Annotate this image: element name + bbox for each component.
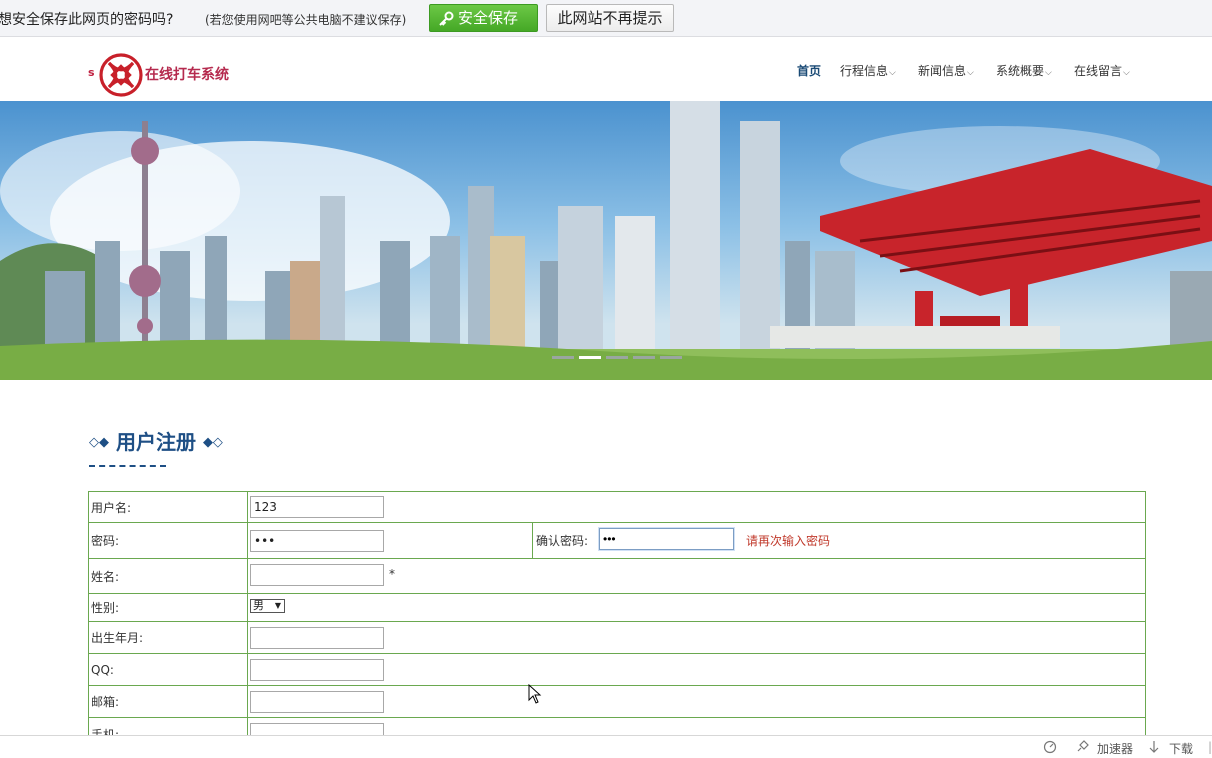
email-label: 邮箱:	[89, 686, 248, 717]
email-input[interactable]	[250, 691, 384, 713]
never-prompt-button[interactable]: 此网站不再提示	[546, 4, 674, 32]
phone-label: 手机:	[89, 718, 248, 735]
hero-banner	[0, 101, 1212, 380]
form-row-email: 邮箱:	[88, 685, 1146, 717]
carousel-dot[interactable]	[552, 356, 574, 359]
browser-status-bar: 加速器 下载 |	[0, 735, 1212, 758]
save-password-question: 想安全保存此网页的密码吗?	[0, 12, 174, 28]
logo-prefix: s	[88, 66, 95, 79]
download-button[interactable]: 下载	[1169, 740, 1193, 757]
nav-news-label: 新闻信息	[918, 64, 967, 78]
phone-input[interactable]	[250, 723, 384, 735]
city-skyline-image	[0, 101, 1212, 380]
confirm-cell-divider	[532, 523, 533, 558]
form-row-username: 用户名:	[88, 491, 1146, 522]
birth-input[interactable]	[250, 627, 384, 649]
save-password-button[interactable]: 安全保存	[429, 4, 538, 32]
form-row-birth: 出生年月:	[88, 621, 1146, 653]
dropdown-arrow-icon: ▼	[274, 601, 281, 610]
nav-messages[interactable]: 在线留言⌵	[1074, 62, 1130, 79]
download-arrow-icon[interactable]	[1148, 740, 1160, 754]
nav-system-label: 系统概要	[996, 64, 1045, 78]
carousel-dot[interactable]	[660, 356, 682, 359]
carousel-dot[interactable]	[633, 356, 655, 359]
site-header: s 在线打车系统 首页 行程信息⌵ 新闻信息⌵ 系统概要⌵ 在线留言⌵	[0, 38, 1212, 101]
gender-label: 性别:	[89, 594, 248, 621]
password-label: 密码:	[89, 523, 248, 558]
title-left-deco: ◇◆	[89, 435, 109, 450]
gender-select-value: 男	[253, 599, 264, 612]
speed-dial-icon[interactable]	[1043, 740, 1057, 754]
required-mark: *	[389, 567, 395, 581]
chevron-down-icon: ⌵	[1123, 68, 1130, 78]
save-password-label: 安全保存	[458, 9, 519, 27]
nav-home[interactable]: 首页	[797, 62, 821, 79]
qq-label: QQ:	[89, 654, 248, 685]
carousel-dot[interactable]	[606, 356, 628, 359]
form-row-phone: 手机:	[88, 717, 1146, 735]
nav-messages-label: 在线留言	[1074, 64, 1123, 78]
carousel-dot-active[interactable]	[579, 356, 601, 359]
nav-system[interactable]: 系统概要⌵	[996, 62, 1052, 79]
username-label: 用户名:	[89, 492, 248, 522]
confirm-password-label: 确认密码:	[536, 534, 589, 548]
logo-emblem-icon	[99, 53, 143, 97]
birth-label: 出生年月:	[89, 622, 248, 653]
status-divider: |	[1208, 740, 1212, 754]
name-input[interactable]	[250, 564, 384, 586]
title-right-deco: ◆◇	[202, 435, 223, 450]
password-save-bar: 想安全保存此网页的密码吗? (若您使用网吧等公共电脑不建议保存) 安全保存 此网…	[0, 0, 1212, 37]
page-title-text: 用户注册	[115, 430, 196, 454]
username-input[interactable]	[250, 496, 384, 518]
title-underline	[89, 465, 166, 467]
mouse-cursor-icon	[528, 684, 542, 704]
confirm-password-input[interactable]	[599, 528, 734, 550]
accelerator-button[interactable]: 加速器	[1097, 740, 1133, 757]
form-row-name: 姓名: *	[88, 558, 1146, 593]
password-input[interactable]	[250, 530, 384, 552]
rocket-icon[interactable]	[1075, 740, 1089, 754]
key-icon	[439, 11, 454, 26]
page-title: ◇◆ 用户注册 ◆◇	[89, 426, 223, 455]
nav-trips[interactable]: 行程信息⌵	[840, 62, 896, 79]
save-password-hint: (若您使用网吧等公共电脑不建议保存)	[205, 13, 407, 27]
qq-input[interactable]	[250, 659, 384, 681]
chevron-down-icon: ⌵	[967, 68, 974, 78]
name-label: 姓名:	[89, 559, 248, 593]
nav-news[interactable]: 新闻信息⌵	[918, 62, 974, 79]
nav-trips-label: 行程信息	[840, 64, 889, 78]
form-row-gender: 性别: 男 ▼	[88, 593, 1146, 621]
chevron-down-icon: ⌵	[1045, 68, 1052, 78]
form-row-qq: QQ:	[88, 653, 1146, 685]
gender-select[interactable]: 男 ▼	[250, 599, 285, 613]
site-name: 在线打车系统	[145, 67, 229, 83]
confirm-password-error: 请再次输入密码	[746, 534, 831, 548]
chevron-down-icon: ⌵	[889, 68, 896, 78]
form-row-password: 密码: 确认密码: 请再次输入密码	[88, 522, 1146, 558]
